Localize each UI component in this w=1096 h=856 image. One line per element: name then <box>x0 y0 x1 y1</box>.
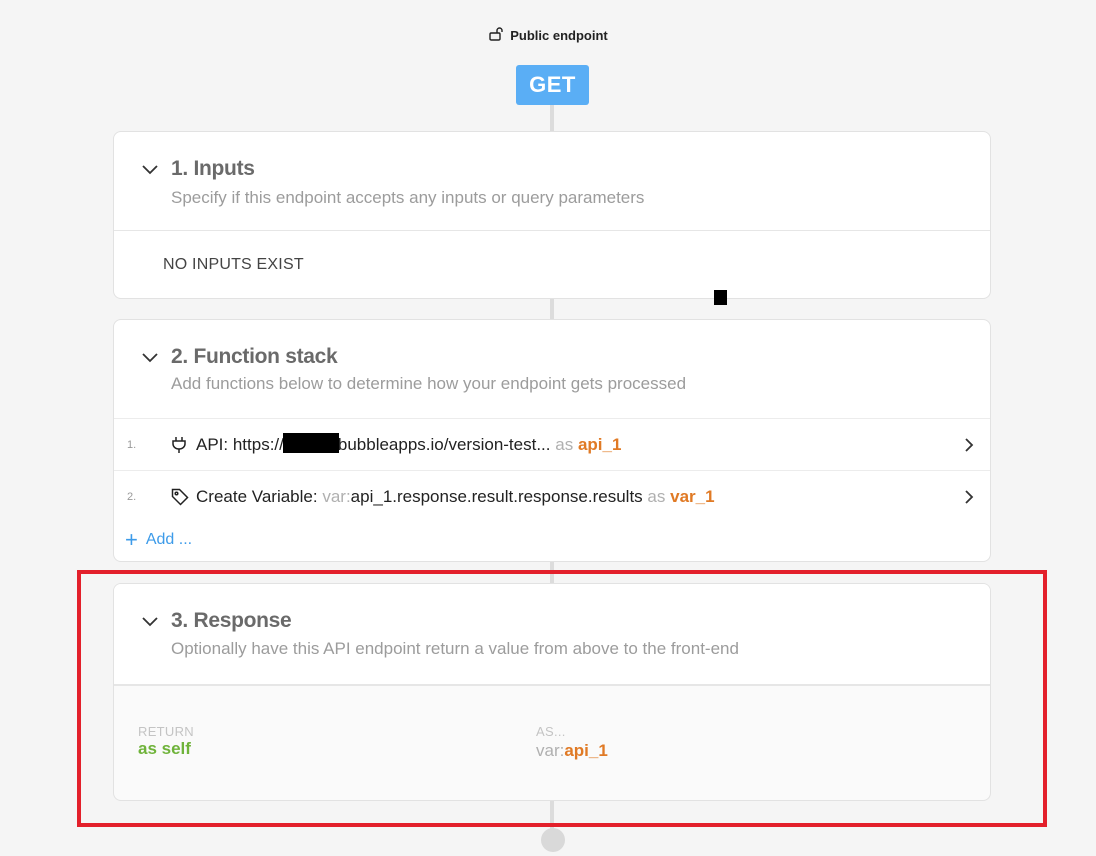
function-number: 1. <box>127 439 137 451</box>
tag-icon <box>171 488 189 506</box>
unlocked-lock-icon <box>488 26 504 45</box>
function-label: Create Variable: var:api_1.response.resu… <box>196 487 715 507</box>
function-alias: var_1 <box>670 487 715 506</box>
divider <box>114 684 990 686</box>
response-section: 3. Response Optionally have this API end… <box>113 583 991 801</box>
chevron-down-icon[interactable] <box>141 161 159 179</box>
as-keyword: as <box>555 434 574 454</box>
http-method-badge[interactable]: GET <box>516 65 589 105</box>
response-alias: api_1 <box>564 741 608 760</box>
return-value[interactable]: as self <box>138 739 191 759</box>
create-variable-label: Create Variable: <box>196 487 318 506</box>
chevron-right-icon[interactable] <box>964 436 978 454</box>
function-label: API: https:// bubbleapps.io/version-test.… <box>196 433 622 456</box>
section-subtitle: Specify if this endpoint accepts any inp… <box>171 188 645 207</box>
response-header <box>114 584 990 684</box>
endpoint-visibility-label: Public endpoint <box>510 28 608 43</box>
flow-connector <box>550 801 554 829</box>
as-value[interactable]: var:api_1 <box>536 741 608 761</box>
api-url-suffix: bubbleapps.io/version-test... <box>337 434 551 454</box>
api-url-prefix: API: https:// <box>196 434 284 454</box>
variable-value: api_1.response.result.response.results <box>350 487 643 506</box>
plus-icon: + <box>125 527 138 552</box>
redaction-box <box>282 433 339 454</box>
section-subtitle: Add functions below to determine how you… <box>171 374 687 393</box>
function-row-api[interactable]: 1. API: https:// bubbleapps.io/version-te… <box>114 418 990 471</box>
plug-icon <box>171 436 189 454</box>
flow-connector <box>550 105 554 131</box>
var-prefix: var: <box>536 741 565 760</box>
as-label: AS... <box>536 724 566 739</box>
flow-connector <box>550 299 554 319</box>
black-marker <box>714 290 727 305</box>
var-prefix: var: <box>322 487 351 506</box>
function-number: 2. <box>127 491 137 503</box>
divider <box>114 230 990 231</box>
section-title[interactable]: 2. Function stack <box>171 345 338 369</box>
function-stack-section: 2. Function stack Add functions below to… <box>113 319 991 562</box>
chevron-down-icon[interactable] <box>141 349 159 367</box>
flow-end-node <box>541 828 565 852</box>
inputs-section: 1. Inputs Specify if this endpoint accep… <box>113 131 991 299</box>
empty-state-text: NO INPUTS EXIST <box>163 256 304 273</box>
section-subtitle: Optionally have this API endpoint return… <box>171 639 739 658</box>
function-alias: api_1 <box>577 434 622 454</box>
add-function-label: Add ... <box>145 531 193 548</box>
chevron-down-icon[interactable] <box>141 613 159 631</box>
as-keyword: as <box>647 487 666 506</box>
function-row-create-variable[interactable]: 2. Create Variable: var:api_1.response.r… <box>114 470 990 523</box>
flow-connector <box>550 562 554 583</box>
section-title[interactable]: 1. Inputs <box>171 157 255 181</box>
endpoint-visibility[interactable]: Public endpoint <box>0 26 1096 45</box>
section-title[interactable]: 3. Response <box>171 609 292 633</box>
return-label: RETURN <box>138 724 194 739</box>
add-function-button[interactable]: + Add ... <box>125 527 193 552</box>
chevron-right-icon[interactable] <box>964 488 978 506</box>
